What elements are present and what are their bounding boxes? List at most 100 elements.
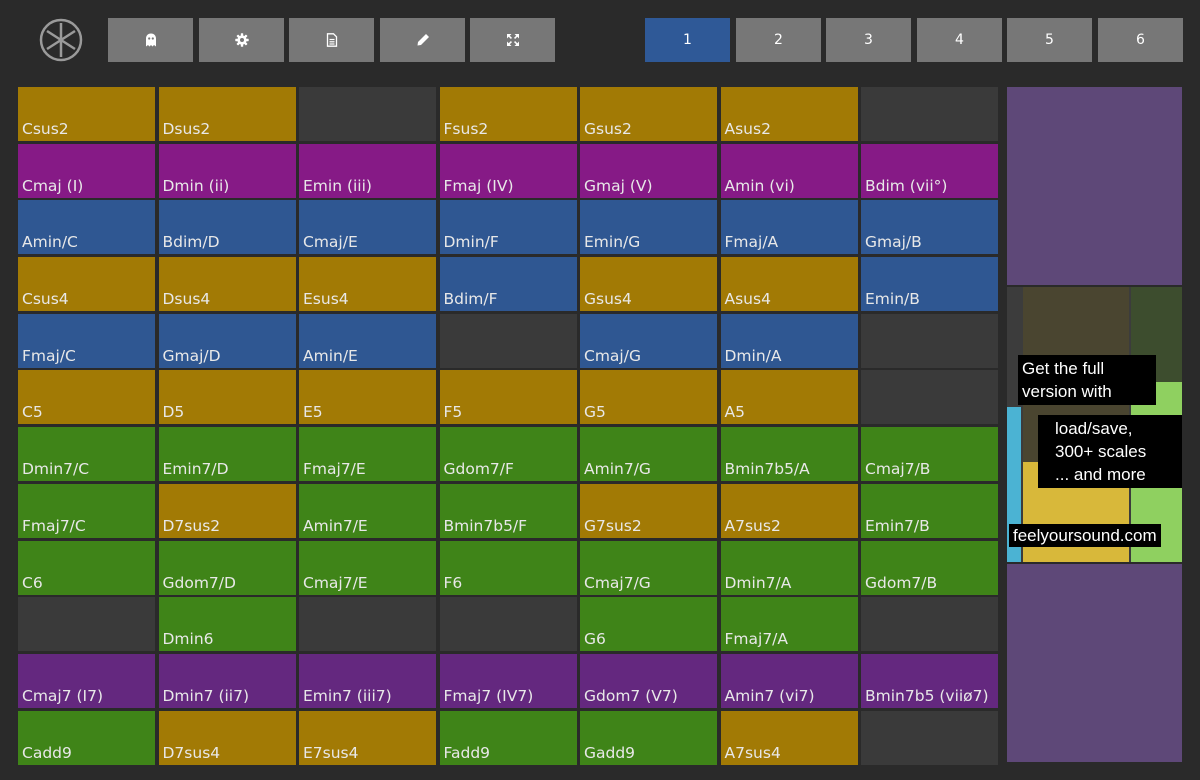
chord-pad[interactable]: Amin7/G — [580, 427, 717, 482]
page-button-2[interactable]: 2 — [736, 18, 821, 62]
chord-pad[interactable]: Cadd9 — [18, 710, 155, 765]
chord-pad[interactable]: Fmaj7/E — [299, 427, 436, 482]
chord-pad[interactable]: Cmaj/E — [299, 200, 436, 255]
chord-pad[interactable]: Fmaj7 (IV7) — [439, 653, 577, 708]
chord-pad[interactable]: Fmaj7/C — [18, 483, 155, 538]
chord-pad[interactable]: Cmaj7/G — [580, 540, 717, 595]
chord-pad[interactable]: Emin7/B — [861, 483, 998, 538]
chord-pad[interactable]: Gdom7/F — [439, 427, 577, 482]
chord-pad[interactable]: Gsus4 — [580, 257, 717, 312]
chord-pad[interactable]: Bmin7b5/A — [720, 427, 858, 482]
empty-pad[interactable] — [861, 87, 998, 141]
chord-pad[interactable]: A5 — [720, 370, 858, 425]
document-button[interactable] — [289, 18, 374, 62]
app-logo[interactable] — [39, 18, 83, 62]
page-button-3[interactable]: 3 — [826, 18, 911, 62]
chord-pad[interactable]: Dsus2 — [158, 87, 296, 141]
chord-pad[interactable]: Bmin7b5/F — [439, 483, 577, 538]
chord-pad[interactable]: D5 — [158, 370, 296, 425]
chord-pad[interactable]: Bmin7b5 (viiø7) — [861, 653, 998, 708]
chord-pad[interactable]: Bdim (vii°) — [861, 143, 998, 198]
ad-url[interactable]: feelyoursound.com — [1009, 524, 1161, 547]
chord-pad[interactable]: Amin (vi) — [720, 143, 858, 198]
chord-pad[interactable]: Amin/C — [18, 200, 155, 255]
chord-pad[interactable]: Fmaj7/A — [720, 597, 858, 652]
chord-pad[interactable]: A7sus4 — [720, 710, 858, 765]
chord-pad[interactable]: Cmaj7/B — [861, 427, 998, 482]
chord-pad[interactable]: Gmaj (V) — [580, 143, 717, 198]
chord-pad[interactable]: Csus4 — [18, 257, 155, 312]
chord-pad[interactable]: Cmaj7 (I7) — [18, 653, 155, 708]
chord-pad[interactable]: Gmaj/D — [158, 313, 296, 368]
ghost-button[interactable] — [108, 18, 193, 62]
chord-pad[interactable]: Cmaj (I) — [18, 143, 155, 198]
chord-pad[interactable]: Fsus2 — [439, 87, 577, 141]
chord-pad[interactable]: F6 — [439, 540, 577, 595]
settings-button[interactable] — [199, 18, 284, 62]
chord-pad[interactable]: Dmin7/A — [720, 540, 858, 595]
chord-pad[interactable]: Gdom7/D — [158, 540, 296, 595]
chord-pad[interactable]: A7sus2 — [720, 483, 858, 538]
empty-pad[interactable] — [861, 597, 998, 652]
empty-pad[interactable] — [861, 710, 998, 765]
empty-pad[interactable] — [861, 370, 998, 425]
chord-pad[interactable]: Bdim/F — [439, 257, 577, 312]
chord-pad[interactable]: Asus4 — [720, 257, 858, 312]
chord-pad[interactable]: Asus2 — [720, 87, 858, 141]
chord-pad[interactable]: C5 — [18, 370, 155, 425]
empty-pad[interactable] — [18, 597, 155, 652]
chord-pad[interactable]: Emin/G — [580, 200, 717, 255]
fullscreen-button[interactable] — [470, 18, 555, 62]
chord-pad[interactable]: D7sus4 — [158, 710, 296, 765]
chord-pad[interactable]: Amin7/E — [299, 483, 436, 538]
chord-pad[interactable]: Emin7/D — [158, 427, 296, 482]
empty-pad[interactable] — [439, 313, 577, 368]
chord-pad[interactable]: Fadd9 — [439, 710, 577, 765]
chord-pad[interactable]: F5 — [439, 370, 577, 425]
chord-label: Fmaj/A — [724, 233, 779, 252]
chord-pad[interactable]: G7sus2 — [580, 483, 717, 538]
chord-pad[interactable]: Dmin6 — [158, 597, 296, 652]
page-button-1[interactable]: 1 — [645, 18, 730, 62]
empty-pad[interactable] — [439, 597, 577, 652]
chord-pad[interactable]: Dsus4 — [158, 257, 296, 312]
chord-pad[interactable]: Gsus2 — [580, 87, 717, 141]
page-button-5[interactable]: 5 — [1007, 18, 1092, 62]
chord-pad[interactable]: Gdom7 (V7) — [580, 653, 717, 708]
page-button-4[interactable]: 4 — [917, 18, 1002, 62]
chord-pad[interactable]: Esus4 — [299, 257, 436, 312]
chord-pad[interactable]: C6 — [18, 540, 155, 595]
empty-pad[interactable] — [299, 597, 436, 652]
chord-pad[interactable]: Dmin/F — [439, 200, 577, 255]
chord-pad[interactable]: Dmin (ii) — [158, 143, 296, 198]
chord-pad[interactable]: Cmaj7/E — [299, 540, 436, 595]
chord-pad[interactable]: G6 — [580, 597, 717, 652]
chord-pad[interactable]: Amin7 (vi7) — [720, 653, 858, 708]
chord-pad[interactable]: Gmaj/B — [861, 200, 998, 255]
chord-pad[interactable]: Fmaj/C — [18, 313, 155, 368]
chord-pad[interactable]: E7sus4 — [299, 710, 436, 765]
chord-pad[interactable]: Gdom7/B — [861, 540, 998, 595]
chord-pad[interactable]: Dmin7 (ii7) — [158, 653, 296, 708]
chord-pad[interactable]: Fmaj (IV) — [439, 143, 577, 198]
empty-pad[interactable] — [299, 87, 436, 141]
chord-pad[interactable]: Dmin7/C — [18, 427, 155, 482]
ad-banner[interactable]: Get the full version with load/save, 300… — [1007, 287, 1182, 562]
ad-line-2: version with — [1022, 382, 1112, 401]
chord-pad[interactable]: Amin/E — [299, 313, 436, 368]
chord-pad[interactable]: E5 — [299, 370, 436, 425]
chord-pad[interactable]: Emin (iii) — [299, 143, 436, 198]
chord-pad[interactable]: Csus2 — [18, 87, 155, 141]
chord-pad[interactable]: Emin/B — [861, 257, 998, 312]
chord-pad[interactable]: Bdim/D — [158, 200, 296, 255]
chord-pad[interactable]: Fmaj/A — [720, 200, 858, 255]
edit-button[interactable] — [380, 18, 465, 62]
empty-pad[interactable] — [861, 313, 998, 368]
chord-pad[interactable]: Gadd9 — [580, 710, 717, 765]
chord-pad[interactable]: Emin7 (iii7) — [299, 653, 436, 708]
chord-pad[interactable]: Dmin/A — [720, 313, 858, 368]
page-button-6[interactable]: 6 — [1098, 18, 1183, 62]
chord-pad[interactable]: Cmaj/G — [580, 313, 717, 368]
chord-pad[interactable]: G5 — [580, 370, 717, 425]
chord-pad[interactable]: D7sus2 — [158, 483, 296, 538]
